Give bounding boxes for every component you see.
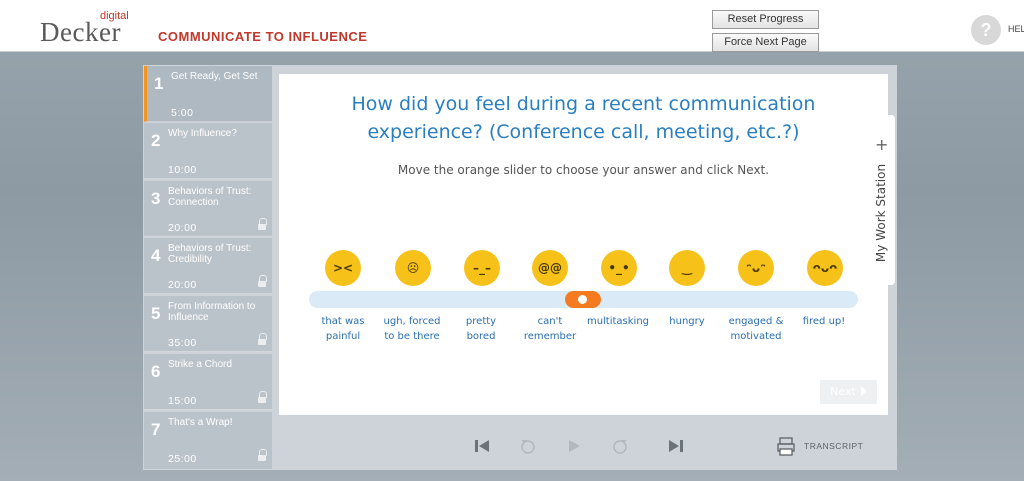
- option-label[interactable]: ugh, forced to be there: [372, 314, 452, 344]
- question-line-1: How did you feel during a recent communi…: [351, 93, 816, 115]
- bored-face-icon[interactable]: –_–: [464, 250, 500, 286]
- work-station-label[interactable]: My Work Station: [874, 164, 888, 262]
- play-arrow-icon: [860, 386, 867, 396]
- chapter-item-7[interactable]: 7 That's a Wrap! 25:00: [144, 412, 272, 470]
- replay-icon[interactable]: [611, 437, 629, 455]
- course-title: COMMUNICATE TO INFLUENCE: [158, 29, 368, 44]
- play-icon[interactable]: [565, 437, 583, 455]
- chapter-sidebar: 1 Get Ready, Get Set 5:00 2 Why Influenc…: [144, 66, 272, 470]
- next-label: Next: [830, 385, 856, 398]
- help-label[interactable]: HEL: [1008, 24, 1024, 34]
- next-button[interactable]: Next: [820, 380, 877, 404]
- chapter-number: 6: [151, 362, 161, 381]
- plus-icon[interactable]: +: [875, 137, 888, 153]
- chapter-title: Behaviors of Trust: Credibility: [168, 243, 252, 265]
- smile-face-icon[interactable]: ‿: [669, 250, 705, 286]
- chapter-number: 7: [151, 420, 161, 439]
- question-panel: How did you feel during a recent communi…: [279, 74, 888, 415]
- happy-face-icon[interactable]: ᵔᴗᵔ: [738, 250, 774, 286]
- skip-back-icon[interactable]: [473, 437, 491, 455]
- painful-face-icon[interactable]: ><: [325, 250, 361, 286]
- chapter-number: 2: [151, 131, 161, 150]
- chapter-item-1[interactable]: 1 Get Ready, Get Set 5:00: [144, 66, 272, 122]
- logo-decker-text: Decker: [40, 17, 121, 47]
- option-label[interactable]: multitasking: [578, 314, 658, 329]
- chapter-duration: 25:00: [168, 453, 197, 465]
- chapter-item-3[interactable]: 3 Behaviors of Trust: Connection 20:00: [144, 181, 272, 237]
- skip-forward-icon[interactable]: [667, 437, 685, 455]
- sad-face-icon[interactable]: ☹: [395, 250, 431, 286]
- instruction-text: Move the orange slider to choose your an…: [397, 163, 770, 177]
- chapter-number: 4: [151, 246, 161, 265]
- reset-progress-button[interactable]: Reset Progress: [712, 10, 819, 29]
- chapter-duration: 5:00: [171, 107, 194, 119]
- force-next-page-button[interactable]: Force Next Page: [712, 33, 819, 52]
- question-heading: How did you feel during a recent communi…: [279, 90, 888, 146]
- option-label[interactable]: pretty bored: [441, 314, 521, 344]
- chapter-number: 5: [151, 304, 161, 323]
- top-header: digital Decker COMMUNICATE TO INFLUENCE …: [0, 0, 1024, 52]
- lock-icon: [258, 333, 267, 346]
- lock-icon: [258, 218, 267, 231]
- question-line-2: experience? (Conference call, meeting, e…: [367, 121, 800, 143]
- chapter-item-2[interactable]: 2 Why Influence? 10:00: [144, 123, 272, 179]
- chapter-item-5[interactable]: 5 From Information to Influence 35:00: [144, 296, 272, 352]
- chapter-title: Get Ready, Get Set: [171, 71, 258, 82]
- feeling-slider-handle[interactable]: [565, 291, 601, 308]
- transcript-label[interactable]: TRANSCRIPT: [804, 441, 863, 451]
- lock-icon: [258, 275, 267, 288]
- chapter-item-4[interactable]: 4 Behaviors of Trust: Credibility 20:00: [144, 238, 272, 294]
- chapter-item-6[interactable]: 6 Strike a Chord 15:00: [144, 354, 272, 410]
- chapter-number: 3: [151, 189, 161, 208]
- chapter-title: Strike a Chord: [168, 359, 232, 370]
- option-label[interactable]: that was painful: [303, 314, 383, 344]
- excited-face-icon[interactable]: ᴖᴗᴖ: [807, 250, 843, 286]
- option-label[interactable]: fired up!: [784, 314, 864, 329]
- help-icon[interactable]: ?: [971, 15, 1001, 45]
- chapter-duration: 15:00: [168, 395, 197, 407]
- transcript-icon[interactable]: [777, 437, 795, 457]
- chapter-duration: 20:00: [168, 222, 197, 234]
- dizzy-face-icon[interactable]: @@: [532, 250, 568, 286]
- chapter-duration: 10:00: [168, 164, 197, 176]
- lock-icon: [258, 391, 267, 404]
- player-controls: TRANSCRIPT: [279, 425, 888, 469]
- chapter-duration: 20:00: [168, 279, 197, 291]
- chapter-title: Behaviors of Trust: Connection: [168, 186, 252, 208]
- chapter-title: That's a Wrap!: [168, 417, 233, 428]
- chapter-duration: 35:00: [168, 337, 197, 349]
- neutral-face-icon[interactable]: •_•: [601, 250, 637, 286]
- rewind-icon[interactable]: [519, 437, 537, 455]
- chapter-number: 1: [154, 74, 164, 93]
- lock-icon: [258, 449, 267, 462]
- option-label[interactable]: hungry: [647, 314, 727, 329]
- chapter-title: Why Influence?: [168, 128, 237, 139]
- chapter-title: From Information to Influence: [168, 301, 256, 323]
